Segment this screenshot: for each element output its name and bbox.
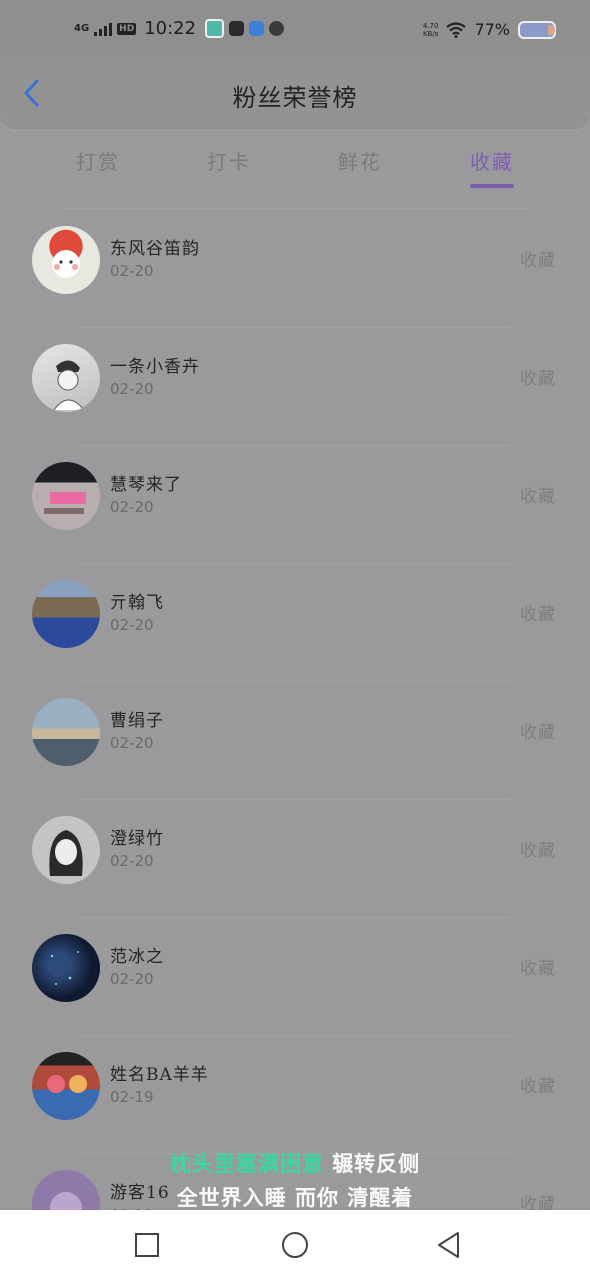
favorite-label: 收藏: [520, 723, 556, 743]
mail-icon: [229, 21, 245, 36]
speed-value: 4.70: [422, 21, 439, 30]
clover-app-icon: [269, 21, 285, 36]
fan-name: 东风谷笛韵: [110, 239, 200, 259]
fan-date: 02-20: [110, 852, 154, 870]
page-title: 粉丝荣誉榜: [232, 84, 358, 112]
favorite-label: 收藏: [520, 251, 556, 271]
tab-bar: 打赏 打卡 鲜花 收藏: [0, 130, 590, 200]
favorite-label: 收藏: [520, 369, 556, 389]
fan-name: 范冰之: [110, 947, 164, 967]
lyric-line-2: 全世界入睡 而你 清醒着: [176, 1185, 414, 1210]
favorite-label: 收藏: [520, 959, 556, 979]
hd-badge: HD: [117, 22, 137, 35]
clock: 10:22: [144, 18, 197, 39]
anime-girl-icon: [49, 830, 83, 876]
favorite-label: 收藏: [520, 1077, 556, 1097]
list-item[interactable]: 曹绢子 02-20 收藏: [0, 682, 590, 800]
network-speed: 4.70 KB/s: [423, 22, 439, 38]
fan-date: 02-20: [110, 498, 154, 516]
fan-name: 慧琴来了: [110, 475, 182, 495]
fan-name: 曹绢子: [110, 711, 164, 731]
system-nav-bar: [0, 1210, 590, 1280]
avatar[interactable]: [32, 226, 100, 294]
fan-name: 姓名BA羊羊: [110, 1065, 209, 1085]
cartoon-face-icon: [52, 250, 80, 278]
recents-button[interactable]: [132, 1230, 162, 1260]
pink-photo-icon: [44, 492, 86, 514]
speed-unit: KB/s: [422, 29, 439, 38]
status-right: 4.70 KB/s 77%: [423, 20, 556, 39]
status-left: 4G HD 10:22: [74, 18, 285, 39]
lyric-rest: 辗转反侧: [323, 1151, 421, 1176]
fan-date: 02-20: [110, 380, 154, 398]
avatar[interactable]: [32, 934, 100, 1002]
fan-name: 澄绿竹: [110, 829, 164, 849]
favorite-label: 收藏: [520, 487, 556, 507]
list-item[interactable]: 慧琴来了 02-20 收藏: [0, 446, 590, 564]
toys-icon: [47, 1075, 87, 1093]
lyric-line-1: 枕头里塞满困意 辗转反侧: [0, 1148, 590, 1178]
tab-favorites[interactable]: 收藏: [447, 146, 537, 175]
battery-percent: 77%: [474, 20, 510, 39]
status-bar: 4G HD 10:22 4.70 KB/s 77%: [0, 0, 590, 56]
list-item[interactable]: 范冰之 02-20 收藏: [0, 918, 590, 1036]
favorite-label: 收藏: [520, 841, 556, 861]
list-item[interactable]: 一条小香卉 02-20 收藏: [0, 328, 590, 446]
network-type: 4G: [74, 22, 90, 34]
list-item[interactable]: 东风谷笛韵 02-20 收藏: [0, 210, 590, 328]
sketch-girl-icon: [53, 360, 85, 411]
square-icon: [135, 1233, 159, 1257]
signal-icon: [94, 22, 113, 36]
avatar[interactable]: [32, 698, 100, 766]
tab-flowers[interactable]: 鲜花: [315, 146, 405, 175]
fan-name: 一条小香卉: [110, 357, 200, 377]
tab-checkin[interactable]: 打卡: [184, 146, 274, 175]
wifi-icon: [446, 21, 467, 38]
top-bar: 粉丝荣誉榜: [0, 56, 590, 131]
back-nav-button[interactable]: [434, 1230, 464, 1260]
fan-date: 02-20: [110, 616, 154, 634]
avatar[interactable]: [32, 1052, 100, 1120]
list-item[interactable]: 澄绿竹 02-20 收藏: [0, 800, 590, 918]
avatar[interactable]: [32, 580, 100, 648]
fan-date: 02-20: [110, 970, 154, 988]
circle-icon: [282, 1232, 308, 1258]
fan-name: 亓翰飞: [110, 593, 164, 613]
night-sky-icon: [50, 951, 79, 985]
list-item[interactable]: 姓名BA羊羊 02-19 收藏: [0, 1036, 590, 1154]
favorite-label: 收藏: [520, 605, 556, 625]
fan-date: 02-20: [110, 262, 154, 280]
battery-icon: [518, 20, 556, 39]
divider: [60, 208, 530, 209]
avatar[interactable]: [32, 816, 100, 884]
teal-app-icon: [205, 19, 225, 38]
blue-app-icon: [249, 21, 265, 36]
avatar[interactable]: [32, 462, 100, 530]
fan-date: 02-19: [110, 1088, 154, 1106]
avatar[interactable]: [32, 344, 100, 412]
lyric-highlight: 枕头里塞满困意: [169, 1151, 324, 1176]
triangle-back-icon: [438, 1232, 459, 1258]
active-tab-indicator: [470, 184, 514, 188]
tab-reward[interactable]: 打赏: [53, 146, 143, 175]
list-item[interactable]: 亓翰飞 02-20 收藏: [0, 564, 590, 682]
fan-date: 02-20: [110, 734, 154, 752]
home-button[interactable]: [280, 1230, 310, 1260]
